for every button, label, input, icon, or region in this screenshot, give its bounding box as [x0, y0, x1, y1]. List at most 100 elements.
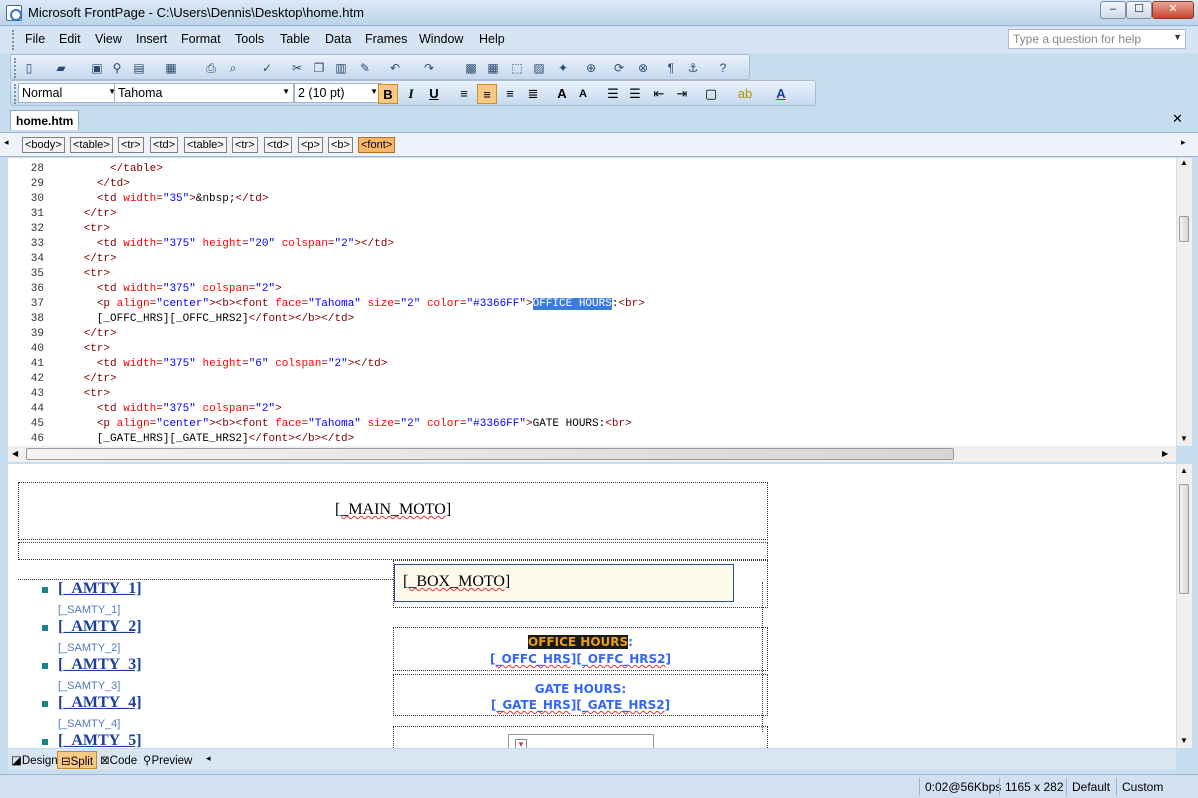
search-icon[interactable]: ⚲ — [109, 60, 125, 76]
tab-code[interactable]: ⊠Code — [97, 751, 140, 769]
toolbar-grip[interactable] — [14, 58, 17, 78]
tag-scroll-left-icon[interactable]: ◂ — [4, 137, 9, 148]
scroll-up-icon[interactable]: ▲ — [1180, 158, 1188, 167]
code-line[interactable]: 33 <td width="375" height="20" colspan="… — [8, 237, 1176, 252]
tag-b[interactable]: <b> — [328, 137, 353, 153]
design-vertical-scrollbar[interactable]: ▲ ▼ — [1176, 464, 1192, 748]
tag-body[interactable]: <body> — [22, 137, 65, 153]
code-vertical-scrollbar[interactable]: ▲ ▼ — [1176, 158, 1192, 446]
print-preview-icon[interactable]: ⌕ — [225, 60, 241, 76]
tag-tr[interactable]: <tr> — [232, 137, 258, 153]
help-icon[interactable]: ? — [715, 60, 731, 76]
new-page-icon[interactable]: ▯ — [21, 60, 37, 76]
scroll-up-icon[interactable]: ▲ — [1180, 466, 1188, 475]
scroll-right-icon[interactable]: ▶ — [1162, 449, 1168, 458]
design-pane[interactable]: [_MAIN_MOTO] [_BOX_MOTO] OFFICE HOURS: [… — [8, 464, 1176, 748]
box-moto-cell[interactable]: [_BOX_MOTO] — [393, 560, 768, 608]
align-right-icon[interactable]: ≡ — [500, 84, 520, 104]
tab-preview[interactable]: ⚲Preview — [140, 751, 195, 769]
menu-format[interactable]: Format — [181, 32, 221, 46]
show-all-icon[interactable]: ¶ — [663, 60, 679, 76]
format-painter-icon[interactable]: ✎ — [357, 60, 373, 76]
code-line[interactable]: 40 <tr> — [8, 342, 1176, 357]
code-line[interactable]: 31 </tr> — [8, 207, 1176, 222]
form-dropdown-icon[interactable]: ▾ — [515, 739, 527, 748]
justify-icon[interactable]: ≣ — [523, 84, 543, 104]
tab-home-htm[interactable]: home.htm — [10, 110, 80, 130]
code-line[interactable]: 39 </tr> — [8, 327, 1176, 342]
italic-button[interactable]: I — [401, 84, 421, 104]
copy-icon[interactable]: ❐ — [311, 60, 327, 76]
menu-help[interactable]: Help — [479, 32, 505, 46]
amenity-link-5[interactable]: [_AMTY_5] — [58, 732, 142, 748]
design-scroll-thumb[interactable] — [1179, 484, 1189, 594]
scroll-down-icon[interactable]: ▼ — [1180, 434, 1188, 443]
tag-font[interactable]: <font> — [358, 137, 396, 153]
amenity-link-2[interactable]: [_AMTY_2] — [58, 618, 142, 636]
tag-table[interactable]: <table> — [184, 137, 227, 153]
font-color-icon[interactable]: A — [771, 84, 791, 104]
save-icon[interactable]: ▣ — [89, 60, 105, 76]
align-center-icon[interactable]: ≡ — [477, 84, 497, 104]
tag-td[interactable]: <td> — [264, 137, 293, 153]
tag-td[interactable]: <td> — [150, 137, 179, 153]
code-horizontal-scrollbar[interactable]: ◀ ▶ — [8, 446, 1176, 462]
decrease-indent-icon[interactable]: ⇤ — [649, 84, 669, 104]
menu-view[interactable]: View — [95, 32, 122, 46]
publish-icon[interactable]: ▤ — [131, 60, 147, 76]
bookmark-anchor-icon[interactable]: ⚓ — [685, 60, 701, 76]
maximize-button[interactable]: ☐ — [1126, 1, 1152, 19]
borders-icon[interactable]: ▢ — [701, 84, 721, 104]
undo-icon[interactable]: ↶ — [387, 60, 403, 76]
tag-table[interactable]: <table> — [70, 137, 113, 153]
code-line[interactable]: 45 <p align = "center"><b><font face = "Taho… — [8, 417, 1176, 432]
tag-tr[interactable]: <tr> — [118, 137, 144, 153]
highlight-icon[interactable]: ab — [735, 84, 755, 104]
amenity-link-4[interactable]: [_AMTY_4] — [58, 694, 142, 712]
tab-split[interactable]: ⊟Split — [57, 751, 98, 769]
code-line[interactable]: 29 </td> — [8, 177, 1176, 192]
tab-design[interactable]: ◪Design — [8, 751, 61, 769]
amenity-link-1[interactable]: [_AMTY_1] — [58, 580, 142, 598]
scroll-down-icon[interactable]: ▼ — [1180, 736, 1188, 745]
open-folder-icon[interactable]: ▰ — [53, 60, 69, 76]
web-component-icon[interactable]: ▦ — [163, 60, 179, 76]
drawing-icon[interactable]: ✦ — [555, 60, 571, 76]
font-select[interactable]: Tahoma ▼ — [114, 83, 294, 103]
code-line[interactable]: 37 <p align = "center"><b><font face = "Taho… — [8, 297, 1176, 312]
menu-edit[interactable]: Edit — [59, 32, 81, 46]
code-line[interactable]: 46 [_GATE_HRS][_GATE_HRS2]</font></b></t… — [8, 432, 1176, 446]
stop-icon[interactable]: ⊗ — [635, 60, 651, 76]
form-field[interactable]: ▾ — [508, 734, 654, 748]
form-cell[interactable]: ▾ — [393, 726, 768, 748]
insert-table-icon[interactable]: ▦ — [485, 60, 501, 76]
underline-button[interactable]: U — [424, 84, 444, 104]
insert-layer-icon[interactable]: ▩ — [463, 60, 479, 76]
style-select[interactable]: Normal ▼ — [18, 83, 120, 103]
increase-font-size-icon[interactable]: A — [552, 84, 572, 104]
scroll-left-icon[interactable]: ◀ — [12, 449, 18, 458]
close-button[interactable]: ✕ — [1152, 1, 1194, 19]
code-line[interactable]: 28 </table> — [8, 162, 1176, 177]
cut-icon[interactable]: ✂ — [289, 60, 305, 76]
code-line[interactable]: 41 <td width="375" height="6" colspan="2… — [8, 357, 1176, 372]
code-scroll-thumb[interactable] — [1179, 216, 1189, 242]
code-line[interactable]: 30 <td width="35">&nbsp;</td> — [8, 192, 1176, 207]
amenity-link-3[interactable]: [_AMTY_3] — [58, 656, 142, 674]
refresh-icon[interactable]: ⟳ — [611, 60, 627, 76]
menu-data[interactable]: Data — [325, 32, 351, 46]
custom-mode[interactable]: Custom — [1116, 778, 1168, 796]
code-line[interactable]: 34 </tr> — [8, 252, 1176, 267]
gate-hours-cell[interactable]: GATE HOURS: [_GATE_HRS][_GATE_HRS2] — [393, 674, 768, 716]
main-moto-cell[interactable]: [_MAIN_MOTO] — [18, 482, 768, 540]
doc-mode[interactable]: Default — [1066, 778, 1115, 796]
redo-icon[interactable]: ↷ — [421, 60, 437, 76]
page-dimensions[interactable]: 1165 x 282 — [999, 778, 1069, 796]
insert-layer-box-icon[interactable]: ⬚ — [509, 60, 525, 76]
menu-window[interactable]: Window — [419, 32, 463, 46]
insert-picture-icon[interactable]: ▨ — [531, 60, 547, 76]
tab-scroll-left-icon[interactable]: ◂ — [206, 753, 211, 764]
code-pane[interactable]: 28 </table> 29 </td> 30 <td width="35">&nb… — [8, 158, 1176, 446]
menu-frames[interactable]: Frames — [365, 32, 407, 46]
menu-tools[interactable]: Tools — [235, 32, 264, 46]
